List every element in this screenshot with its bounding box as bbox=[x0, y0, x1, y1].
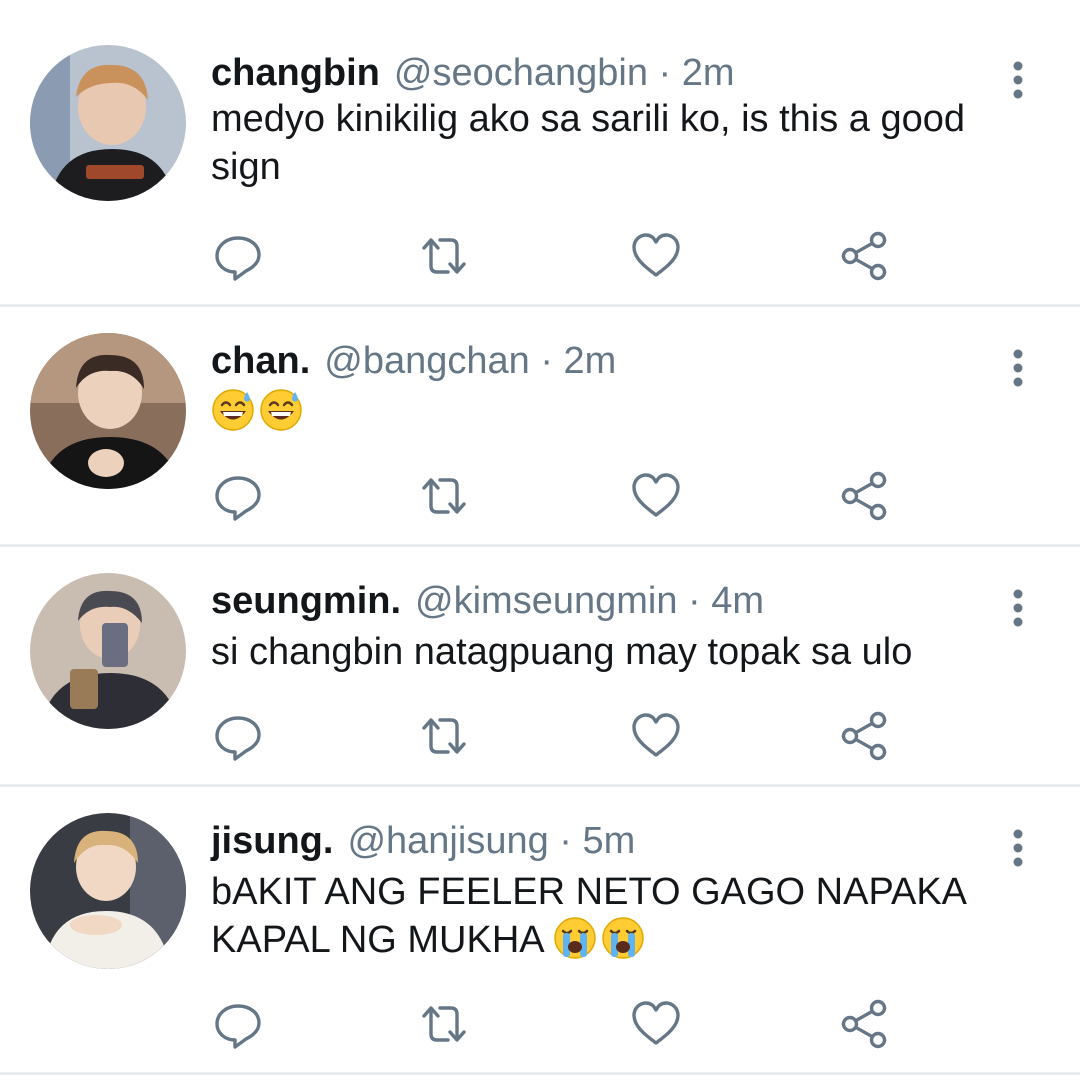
retweet-button[interactable] bbox=[418, 998, 470, 1050]
tweet-header: jisung. @hanjisung · 5m bbox=[211, 813, 635, 869]
tweet-header: chan. @bangchan · 2m bbox=[211, 333, 616, 389]
tweet-actions bbox=[0, 710, 1080, 770]
share-icon bbox=[841, 999, 887, 1049]
share-button[interactable] bbox=[838, 710, 890, 762]
grinning-face-with-sweat-emoji bbox=[212, 389, 254, 431]
display-name[interactable]: seungmin. bbox=[211, 580, 401, 622]
retweet-icon bbox=[422, 478, 466, 514]
share-button[interactable] bbox=[838, 470, 890, 522]
more-options-button[interactable] bbox=[1000, 587, 1036, 629]
reply-button[interactable] bbox=[212, 998, 264, 1050]
avatar[interactable] bbox=[30, 573, 186, 729]
separator: · bbox=[540, 340, 553, 382]
more-vertical-icon bbox=[1013, 829, 1023, 867]
heart-icon bbox=[632, 713, 680, 757]
loudly-crying-face-emoji bbox=[554, 917, 596, 959]
tweet-actions bbox=[0, 230, 1080, 290]
reply-icon bbox=[215, 1004, 261, 1049]
more-options-button[interactable] bbox=[1000, 827, 1036, 869]
user-handle[interactable]: @hanjisung bbox=[347, 820, 548, 862]
tweet-text: si changbin natagpuang may topak sa ulo bbox=[211, 631, 913, 673]
reply-button[interactable] bbox=[212, 710, 264, 762]
more-options-button[interactable] bbox=[1000, 347, 1036, 389]
tweet[interactable]: changbin @seochangbin · 2m medyo kinikili… bbox=[0, 45, 1080, 305]
reply-icon bbox=[215, 236, 261, 281]
divider bbox=[0, 304, 1080, 307]
separator: · bbox=[658, 52, 672, 94]
avatar[interactable] bbox=[30, 45, 186, 201]
user-handle[interactable]: @kimseungmin bbox=[415, 580, 677, 622]
display-name[interactable]: jisung. bbox=[211, 820, 333, 862]
timestamp[interactable]: 4m bbox=[711, 580, 764, 622]
tweet-text: bAKIT ANG FEELER NETO GAGO NAPAKA KAPAL … bbox=[211, 871, 965, 961]
more-vertical-icon bbox=[1013, 589, 1023, 627]
like-button[interactable] bbox=[630, 470, 682, 522]
timestamp[interactable]: 5m bbox=[583, 820, 636, 862]
avatar[interactable] bbox=[30, 813, 186, 969]
tweet[interactable]: seungmin. @kimseungmin · 4m si changbin n… bbox=[0, 573, 1080, 783]
like-button[interactable] bbox=[630, 230, 682, 282]
retweet-button[interactable] bbox=[418, 710, 470, 762]
reply-button[interactable] bbox=[212, 470, 264, 522]
grinning-face-with-sweat-emoji bbox=[260, 389, 302, 431]
retweet-icon bbox=[422, 238, 466, 274]
more-vertical-icon bbox=[1013, 349, 1023, 387]
heart-icon bbox=[632, 473, 680, 517]
retweet-icon bbox=[422, 1006, 466, 1042]
user-handle[interactable]: @bangchan bbox=[324, 340, 530, 382]
tweet-actions bbox=[0, 470, 1080, 530]
display-name[interactable]: chan. bbox=[211, 340, 310, 382]
user-handle[interactable]: @seochangbin bbox=[394, 52, 648, 94]
separator: · bbox=[688, 580, 701, 622]
display-name[interactable]: changbin bbox=[211, 52, 380, 94]
share-icon bbox=[841, 231, 887, 281]
retweet-button[interactable] bbox=[418, 470, 470, 522]
tweet-text: medyo kinikilig ako sa sarili ko, is thi… bbox=[211, 98, 966, 188]
reply-icon bbox=[215, 716, 261, 761]
timestamp[interactable]: 2m bbox=[564, 340, 617, 382]
like-button[interactable] bbox=[630, 710, 682, 762]
tweet[interactable]: chan. @bangchan · 2m bbox=[0, 333, 1080, 543]
like-button[interactable] bbox=[630, 998, 682, 1050]
tweet[interactable]: jisung. @hanjisung · 5m bAKIT ANG FEELER … bbox=[0, 813, 1080, 1073]
heart-icon bbox=[632, 1001, 680, 1045]
tweet-actions bbox=[0, 998, 1080, 1058]
retweet-icon bbox=[422, 718, 466, 754]
loudly-crying-face-emoji bbox=[602, 917, 644, 959]
share-icon bbox=[841, 471, 887, 521]
share-button[interactable] bbox=[838, 998, 890, 1050]
divider bbox=[0, 1072, 1080, 1075]
share-button[interactable] bbox=[838, 230, 890, 282]
reply-icon bbox=[215, 476, 261, 521]
share-icon bbox=[841, 711, 887, 761]
tweet-header: seungmin. @kimseungmin · 4m bbox=[211, 573, 764, 629]
avatar[interactable] bbox=[30, 333, 186, 489]
retweet-button[interactable] bbox=[418, 230, 470, 282]
timestamp[interactable]: 2m bbox=[682, 52, 735, 94]
separator: · bbox=[559, 820, 572, 862]
divider bbox=[0, 544, 1080, 547]
tweet-header: changbin @seochangbin · 2m bbox=[211, 45, 735, 101]
reply-button[interactable] bbox=[212, 230, 264, 282]
heart-icon bbox=[632, 233, 680, 277]
divider bbox=[0, 784, 1080, 787]
tweet-text bbox=[211, 388, 1031, 436]
